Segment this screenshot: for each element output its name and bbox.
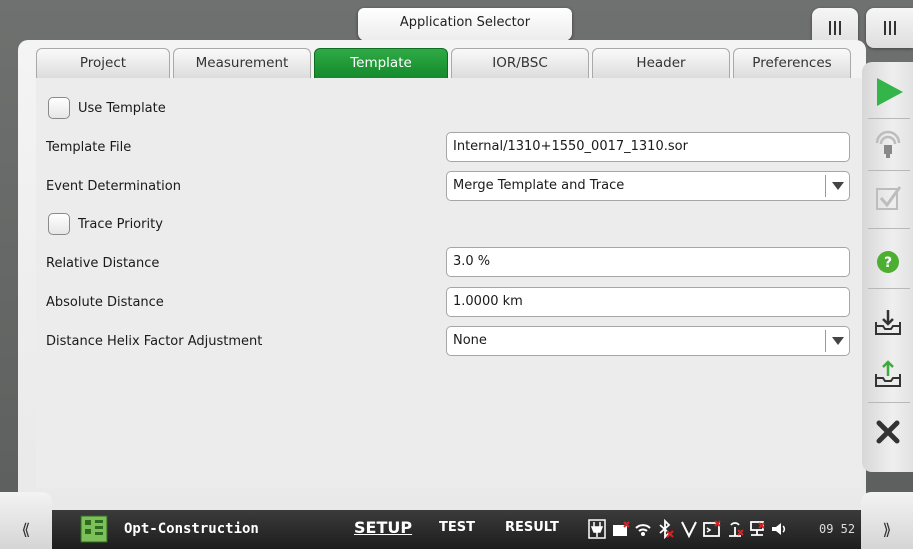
- antenna-icon: [729, 522, 744, 537]
- validate-button[interactable]: [862, 176, 913, 220]
- helix-factor-value: None: [453, 333, 487, 348]
- toolbar-divider: [868, 228, 910, 229]
- use-template-label: Use Template: [78, 100, 166, 116]
- load-button[interactable]: [862, 352, 913, 396]
- play-icon: [876, 78, 903, 106]
- relative-distance-field[interactable]: 3.0 %: [446, 247, 850, 277]
- app-grid-icon: [80, 515, 108, 543]
- terminal-icon: [703, 520, 721, 537]
- tab-ior-bsc[interactable]: IOR/BSC: [451, 48, 589, 78]
- nav-setup[interactable]: SETUP: [354, 518, 412, 537]
- toolbar-divider: [868, 402, 910, 403]
- checkmark-icon: [875, 186, 901, 210]
- vertical-bars-icon: [883, 21, 896, 35]
- tab-bar: Project Measurement Template IOR/BSC Hea…: [36, 48, 854, 78]
- panel-toggle-button[interactable]: [866, 8, 913, 48]
- svg-text:?: ?: [883, 255, 891, 271]
- nav-test[interactable]: TEST: [439, 520, 475, 535]
- help-icon: ?: [876, 251, 899, 273]
- clock-display: 09 52: [819, 522, 856, 536]
- trace-priority-row: Trace Priority: [48, 213, 163, 235]
- event-determination-value: Merge Template and Trace: [453, 178, 625, 193]
- tab-template[interactable]: Template: [314, 48, 448, 78]
- tab-measurement[interactable]: Measurement: [173, 48, 311, 78]
- event-determination-select[interactable]: Merge Template and Trace: [446, 171, 850, 201]
- close-icon: [876, 420, 899, 444]
- dropdown-arrow-icon: [825, 330, 849, 352]
- template-file-field[interactable]: Internal/1310+1550_0017_1310.sor: [446, 132, 850, 162]
- bottom-status-bar: Opt-Construction SETUP TEST RESULT 09 52: [0, 510, 913, 549]
- toolbar-divider: [868, 170, 910, 171]
- camera-icon: [613, 521, 630, 536]
- toolbar-divider: [868, 118, 910, 119]
- right-toolbar: ?: [862, 62, 913, 472]
- absolute-distance-field[interactable]: 1.0000 km: [446, 287, 850, 317]
- tab-header[interactable]: Header: [592, 48, 730, 78]
- relative-distance-label: Relative Distance: [46, 256, 160, 271]
- toolbar-divider: [868, 288, 910, 289]
- volume-icon: [772, 523, 786, 535]
- laser-button[interactable]: [862, 122, 913, 166]
- next-page-button[interactable]: ⟫: [861, 492, 913, 549]
- double-chevron-right-icon: ⟫: [882, 520, 892, 539]
- bluetooth-icon: [659, 519, 674, 539]
- exit-button[interactable]: [862, 410, 913, 454]
- network-icon: [750, 521, 765, 536]
- use-template-checkbox[interactable]: [48, 97, 70, 119]
- tab-preferences[interactable]: Preferences: [733, 48, 851, 78]
- previous-page-button[interactable]: ⟪: [0, 492, 52, 549]
- load-icon: [874, 360, 901, 387]
- trace-priority-label: Trace Priority: [78, 216, 163, 232]
- application-selector-button[interactable]: Application Selector: [358, 8, 572, 41]
- save-icon: [874, 310, 901, 335]
- use-template-row: Use Template: [48, 97, 166, 119]
- power-plug-icon: [588, 519, 606, 539]
- app-name-label: Opt-Construction: [124, 521, 259, 537]
- tab-project[interactable]: Project: [36, 48, 170, 78]
- trace-priority-checkbox[interactable]: [48, 213, 70, 235]
- helix-factor-select[interactable]: None: [446, 326, 850, 356]
- laser-icon: [875, 130, 900, 158]
- wifi-icon: [635, 524, 651, 536]
- start-button[interactable]: [862, 70, 913, 114]
- helix-factor-label: Distance Helix Factor Adjustment: [46, 334, 263, 349]
- nav-result[interactable]: RESULT: [505, 520, 559, 535]
- dropdown-arrow-icon: [825, 175, 849, 197]
- event-determination-label: Event Determination: [46, 179, 181, 194]
- v-indicator-icon: [681, 521, 697, 539]
- template-file-label: Template File: [46, 140, 132, 155]
- absolute-distance-label: Absolute Distance: [46, 295, 164, 310]
- save-button[interactable]: [862, 300, 913, 344]
- help-button[interactable]: ?: [862, 240, 913, 284]
- vertical-bars-icon: [829, 21, 841, 35]
- double-chevron-left-icon: ⟪: [21, 520, 31, 539]
